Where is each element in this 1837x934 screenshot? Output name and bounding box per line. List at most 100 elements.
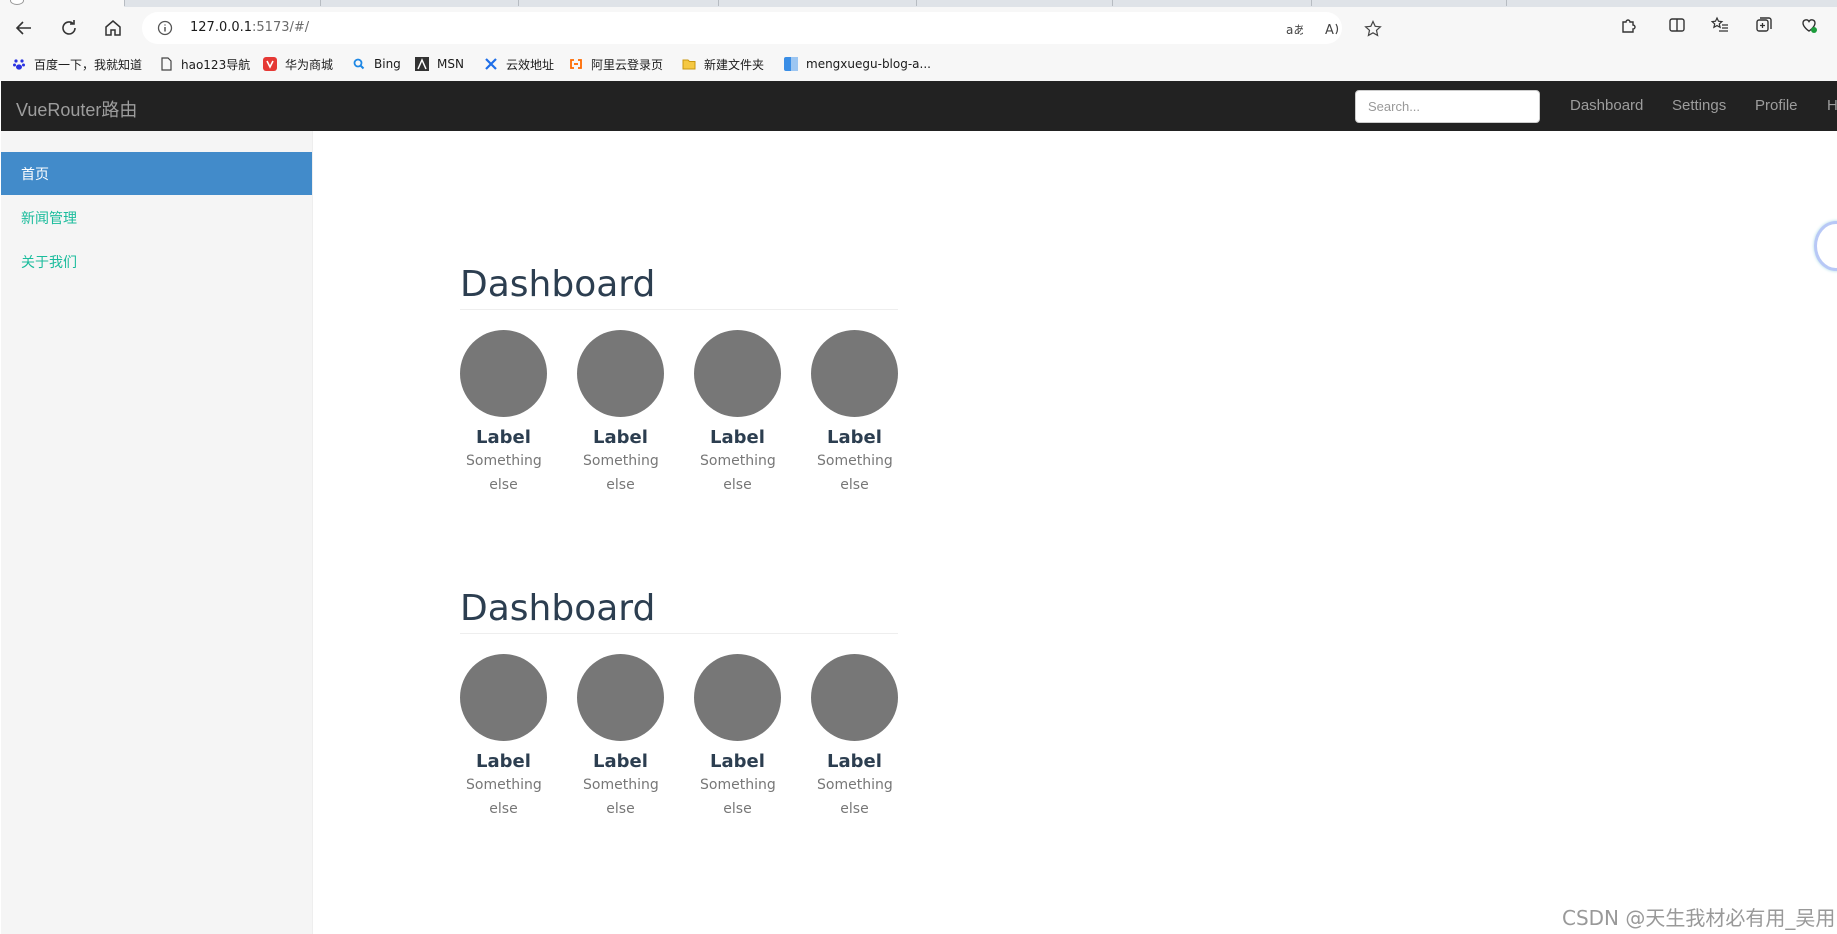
bookmark-label: 新建文件夹: [704, 57, 765, 72]
placeholder-label: Label: [710, 427, 765, 448]
url-text[interactable]: 127.0.0.1:5173/#/: [190, 20, 309, 35]
placeholder-avatar: [811, 654, 898, 741]
bookmark-label: 阿里云登录页: [591, 57, 664, 72]
back-button[interactable]: [11, 15, 37, 41]
placeholder-text: Something else: [583, 453, 659, 493]
nav-link-settings[interactable]: Settings: [1672, 97, 1726, 114]
split-screen-icon[interactable]: [1668, 16, 1686, 34]
home-icon: [105, 20, 121, 36]
read-aloud-icon[interactable]: A: [1324, 20, 1342, 38]
bookmark-label: mengxuegu-blog-a...: [806, 57, 931, 71]
bookmark-label: 百度一下，我就知道: [34, 57, 143, 72]
placeholder-label: Label: [476, 427, 531, 448]
folder-icon: [682, 59, 696, 70]
placeholder-label: Label: [593, 751, 648, 772]
placeholder-avatar: [460, 654, 547, 741]
placeholder-label: Label: [593, 427, 648, 448]
sidebar-item-label: 新闻管理: [21, 210, 77, 226]
home-button[interactable]: [100, 15, 126, 41]
bookmark-label: Bing: [374, 57, 401, 71]
browser-toolbar: 127.0.0.1:5173/#/ aあ A: [0, 7, 1837, 48]
placeholder-avatar: [460, 330, 547, 417]
translate-icon[interactable]: aあ: [1285, 20, 1303, 38]
placeholder-card: Label Something else: [577, 654, 664, 821]
favorites-list-icon[interactable]: [1711, 16, 1729, 34]
tab-divider: [1506, 0, 1507, 6]
bookmark-item[interactable]: 新建文件夹: [682, 55, 764, 73]
extensions-puzzle-icon[interactable]: [1620, 16, 1638, 34]
sidebar: 首页 新闻管理 关于我们: [1, 131, 313, 934]
placeholder-card: Label Something else: [811, 330, 898, 497]
baidu-paw-icon: [13, 59, 25, 70]
svg-text:A: A: [1325, 23, 1334, 38]
placeholder-text: Something else: [700, 777, 776, 817]
sidebar-item-about[interactable]: 关于我们: [1, 240, 312, 283]
bookmark-label: 云效地址: [506, 57, 555, 72]
main-content: Dashboard Label Something else Label Som…: [314, 131, 1837, 934]
placeholder-card: Label Something else: [460, 654, 547, 821]
brand-title[interactable]: VueRouter路由: [16, 96, 137, 122]
placeholder-avatar: [694, 330, 781, 417]
placeholder-text: Something else: [466, 453, 542, 493]
tab-divider: [916, 0, 917, 6]
vmall-icon: [263, 57, 277, 71]
bookmark-item[interactable]: 云效地址: [484, 55, 554, 73]
placeholder-label: Label: [827, 751, 882, 772]
bookmark-item[interactable]: MSN: [415, 55, 464, 73]
placeholder-card: Label Something else: [577, 330, 664, 497]
bookmark-item[interactable]: Bing: [352, 55, 401, 73]
app-navbar: VueRouter路由 Dashboard Settings Profile H: [1, 81, 1837, 131]
browser-tab-active[interactable]: [0, 0, 124, 7]
favorite-star-icon[interactable]: [1364, 20, 1382, 38]
bookmark-item[interactable]: 华为商城: [263, 55, 333, 73]
search-input[interactable]: [1355, 90, 1540, 123]
nav-link-help[interactable]: H: [1827, 97, 1837, 114]
nav-link-profile[interactable]: Profile: [1755, 97, 1798, 114]
placeholder-card: Label Something else: [694, 654, 781, 821]
aliyun-icon: [570, 59, 582, 69]
placeholder-row: Label Something else Label Something els…: [460, 310, 898, 493]
placeholder-row: Label Something else Label Something els…: [460, 634, 898, 817]
sidebar-item-home[interactable]: 首页: [1, 152, 312, 195]
tab-divider: [320, 0, 321, 6]
refresh-button[interactable]: [56, 15, 82, 41]
section-title: Dashboard: [460, 260, 898, 310]
placeholder-text: Something else: [817, 777, 893, 817]
placeholder-text: Something else: [466, 777, 542, 817]
placeholder-card: Label Something else: [460, 330, 547, 497]
address-bar[interactable]: 127.0.0.1:5173/#/ aあ A: [142, 12, 1382, 44]
placeholder-card: Label Something else: [811, 654, 898, 821]
placeholder-text: Something else: [817, 453, 893, 493]
sidebar-item-news[interactable]: 新闻管理: [1, 196, 312, 239]
page-icon: [161, 57, 172, 71]
bookmark-label: MSN: [437, 57, 464, 71]
dashboard-section: Dashboard Label Something else Label Som…: [460, 584, 898, 817]
tab-divider: [1112, 0, 1113, 6]
watermark-text: CSDN @天生我材必有用_吴用: [1562, 906, 1836, 930]
dashboard-section: Dashboard Label Something else Label Som…: [460, 260, 898, 493]
collections-icon[interactable]: [1755, 16, 1773, 34]
tab-favicon-icon: [10, 0, 24, 5]
yunxiao-icon: [485, 58, 497, 70]
bookmarks-bar: 百度一下，我就知道 hao123导航 华为商城 Bing MSN 云效地址 阿里…: [0, 48, 1837, 81]
nav-link-dashboard[interactable]: Dashboard: [1570, 97, 1643, 114]
section-title: Dashboard: [460, 584, 898, 634]
arrow-left-icon: [15, 21, 31, 35]
bookmark-label: 华为商城: [285, 57, 334, 72]
bookmark-item[interactable]: mengxuegu-blog-a...: [784, 55, 931, 73]
bookmark-label: hao123导航: [181, 57, 251, 72]
site-info-icon[interactable]: [157, 20, 173, 36]
tab-divider: [124, 0, 125, 6]
bookmark-item[interactable]: 百度一下，我就知道: [12, 55, 142, 73]
bookmark-item[interactable]: hao123导航: [159, 55, 250, 73]
bookmark-item[interactable]: 阿里云登录页: [569, 55, 663, 73]
bing-search-icon: [353, 58, 365, 70]
placeholder-avatar: [811, 330, 898, 417]
placeholder-label: Label: [827, 427, 882, 448]
browser-essentials-icon[interactable]: [1800, 16, 1818, 34]
msn-icon: [415, 57, 429, 71]
placeholder-avatar: [577, 654, 664, 741]
refresh-icon: [62, 20, 76, 35]
placeholder-label: Label: [710, 751, 765, 772]
placeholder-card: Label Something else: [694, 330, 781, 497]
